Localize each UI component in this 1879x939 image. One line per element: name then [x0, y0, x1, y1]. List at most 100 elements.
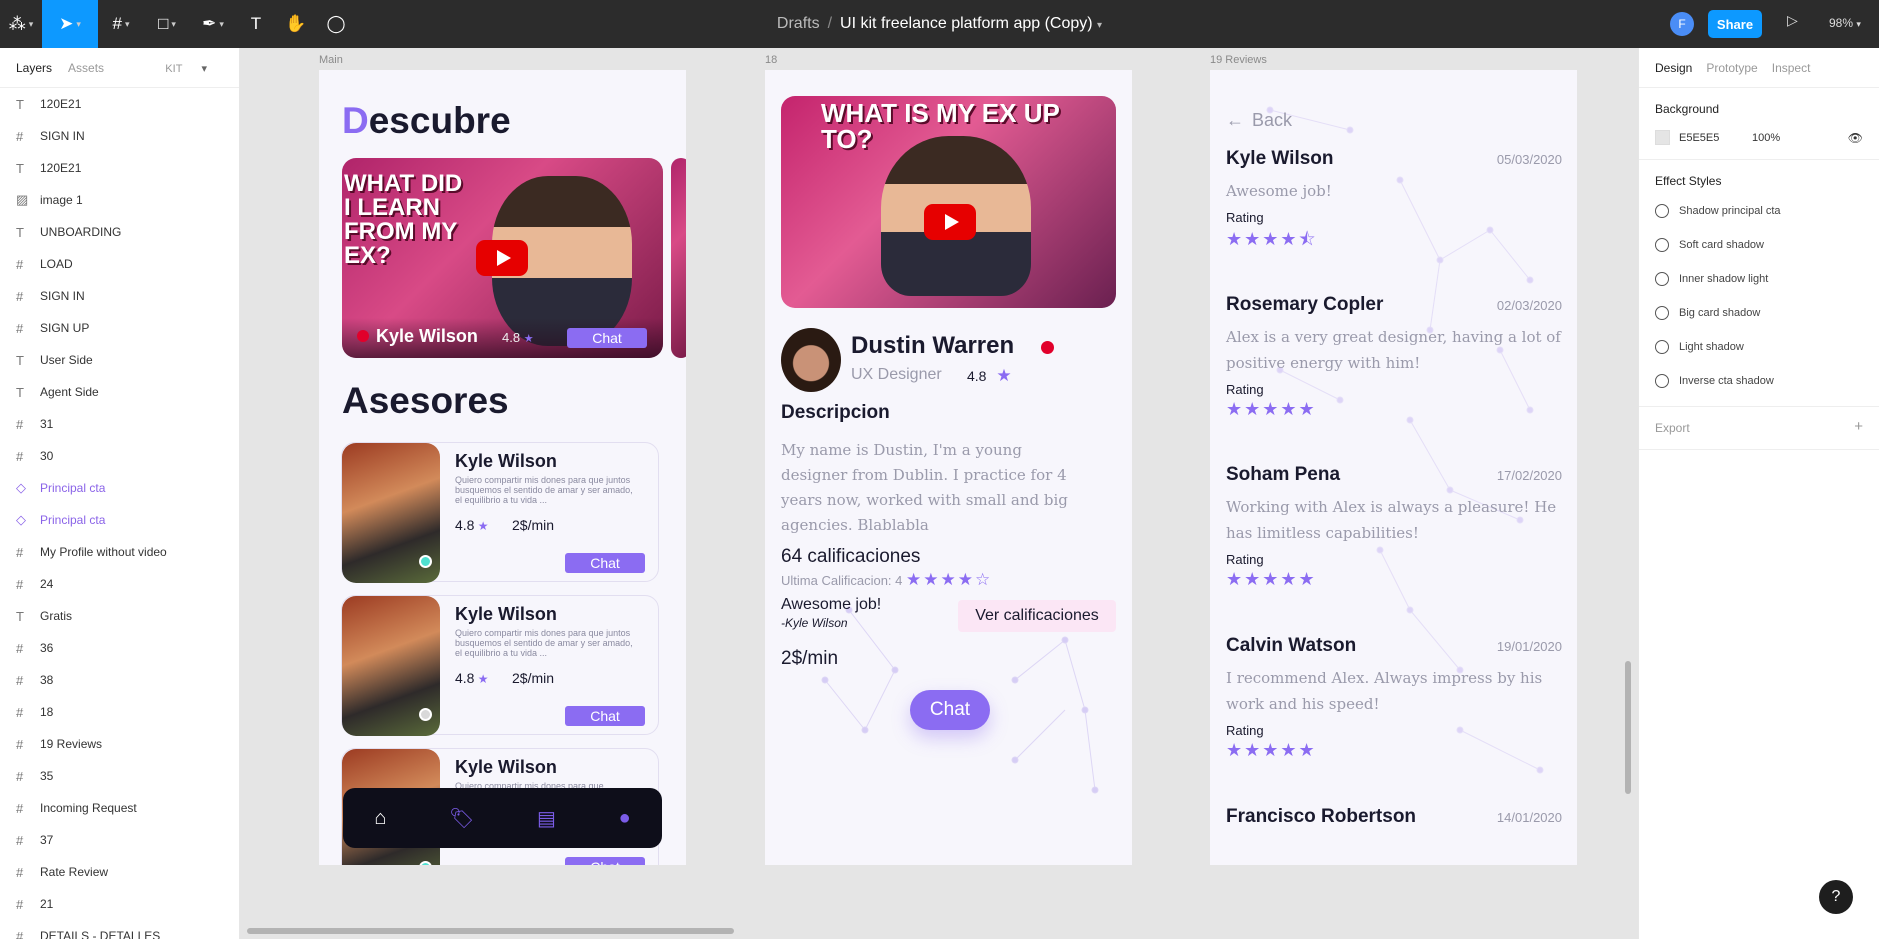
avatar[interactable]: F — [1670, 12, 1694, 36]
chat-button[interactable]: Chat — [910, 690, 990, 730]
vertical-scrollbar[interactable] — [1625, 661, 1631, 794]
breadcrumb-drafts[interactable]: Drafts — [777, 15, 820, 32]
layer-item[interactable]: ◇ Principal cta — [0, 472, 239, 504]
help-button[interactable]: ? — [1819, 880, 1853, 914]
advisor-card[interactable]: Kyle Wilson Quiero compartir mis dones pa… — [341, 595, 659, 736]
layer-item[interactable]: #31 — [0, 408, 239, 440]
present-play-icon[interactable]: ▷ — [1787, 12, 1798, 29]
share-button[interactable]: Share — [1708, 10, 1762, 38]
background-swatch[interactable] — [1655, 130, 1670, 145]
profile-icon[interactable]: ● — [619, 807, 631, 830]
zoom-value: 98% — [1829, 16, 1854, 30]
advisor-chat-button[interactable]: Chat — [565, 553, 645, 573]
layer-item[interactable]: #38 — [0, 664, 239, 696]
frame-icon: # — [16, 544, 24, 560]
file-name[interactable]: UI kit freelance platform app (Copy) — [840, 15, 1093, 32]
see-ratings-button[interactable]: Ver calificaciones — [958, 600, 1116, 632]
layer-item[interactable]: #18 — [0, 696, 239, 728]
frame-profile[interactable]: WHAT IS MY EX UP TO? Dustin Warren UX De… — [765, 70, 1132, 865]
tab-layers[interactable]: Layers — [16, 61, 52, 75]
main-menu-button[interactable]: ⁂ ▾ — [0, 0, 42, 48]
video-advisor-name: Kyle Wilson — [376, 326, 478, 346]
play-video-icon[interactable] — [924, 204, 976, 240]
hand-tool-button[interactable]: ✋ — [276, 0, 316, 48]
next-video-card[interactable] — [671, 158, 686, 358]
layer-item[interactable]: # SIGN UP — [0, 312, 239, 344]
layer-item[interactable]: #30 — [0, 440, 239, 472]
effect-style-item[interactable]: Inner shadow light — [1655, 262, 1863, 296]
layer-label: My Profile without video — [40, 545, 167, 559]
layer-item[interactable]: T UNBOARDING — [0, 216, 239, 248]
review-item: Francisco Robertson 14/01/2020 — [1226, 806, 1562, 828]
frame-tool-button[interactable]: # ▾ — [98, 0, 144, 48]
tab-assets[interactable]: Assets — [68, 61, 104, 75]
advisor-card[interactable]: Kyle Wilson Quiero compartir mis dones pa… — [341, 442, 659, 583]
layer-item[interactable]: # Rate Review — [0, 856, 239, 888]
layer-item[interactable]: T Agent Side — [0, 376, 239, 408]
zoom-level[interactable]: 98% ▾ — [1829, 16, 1861, 30]
eye-icon[interactable]: 👁 — [1848, 131, 1863, 145]
move-tool-button[interactable]: ➤ ▾ — [42, 0, 98, 48]
layer-item[interactable]: # SIGN IN — [0, 120, 239, 152]
layer-item[interactable]: # Incoming Request — [0, 792, 239, 824]
add-export-icon[interactable]: + — [1854, 419, 1863, 435]
layer-item[interactable]: T Gratis — [0, 600, 239, 632]
layer-item[interactable]: #37 — [0, 824, 239, 856]
advisor-chat-button[interactable]: Chat — [565, 706, 645, 726]
layer-item[interactable]: # SIGN IN — [0, 280, 239, 312]
video-card[interactable]: WHAT DID I LEARN FROM MY EX? Kyle Wilson… — [342, 158, 663, 358]
shape-tool-button[interactable]: □ ▾ — [144, 0, 190, 48]
star-icon: ★ — [474, 672, 489, 686]
layer-item[interactable]: #19 Reviews — [0, 728, 239, 760]
layer-item[interactable]: # LOAD — [0, 248, 239, 280]
background-hex[interactable]: E5E5E5 — [1679, 132, 1752, 144]
layer-item[interactable]: T 120E21 — [0, 152, 239, 184]
frame-icon: # — [16, 896, 24, 912]
layer-item[interactable]: #24 — [0, 568, 239, 600]
comment-tool-button[interactable]: ◯ — [316, 0, 356, 48]
tab-design[interactable]: Design — [1655, 61, 1692, 75]
rating-stars-icon: ★★★★⯪ — [1226, 229, 1318, 249]
advisor-chat-button[interactable]: Chat — [565, 857, 645, 865]
text-tool-button[interactable]: T — [236, 0, 276, 48]
layer-item[interactable]: ▨ image 1 — [0, 184, 239, 216]
effect-style-item[interactable]: Light shadow — [1655, 330, 1863, 364]
home-icon[interactable]: ⌂ — [374, 807, 386, 830]
background-opacity[interactable]: 100% — [1752, 132, 1780, 144]
frame-icon: # — [16, 288, 24, 304]
frame-main[interactable]: Descubre WHAT DID I LEARN FROM MY EX? Ky… — [319, 70, 686, 865]
effect-style-item[interactable]: Inverse cta shadow — [1655, 364, 1863, 398]
effect-style-item[interactable]: Big card shadow — [1655, 296, 1863, 330]
chevron-down-icon[interactable]: ▾ — [1097, 20, 1102, 31]
profile-video-card[interactable]: WHAT IS MY EX UP TO? — [781, 96, 1116, 308]
status-dot — [419, 555, 432, 568]
pen-tool-button[interactable]: ✒ ▾ — [190, 0, 236, 48]
tag-icon[interactable]: 🏷 — [449, 806, 474, 831]
layer-item[interactable]: T User Side — [0, 344, 239, 376]
background-row: E5E5E5 100% 👁 — [1655, 130, 1863, 145]
layer-item[interactable]: #21 — [0, 888, 239, 920]
description-text: My name is Dustin, I'm a young designer … — [781, 441, 1068, 534]
frame-label-18[interactable]: 18 — [765, 54, 777, 66]
layer-item[interactable]: T 120E21 — [0, 88, 239, 120]
play-video-icon[interactable] — [476, 240, 528, 276]
effect-style-item[interactable]: Soft card shadow — [1655, 228, 1863, 262]
frame-label-main[interactable]: Main — [319, 54, 343, 66]
tab-prototype[interactable]: Prototype — [1706, 61, 1757, 75]
layer-item[interactable]: #35 — [0, 760, 239, 792]
canvas[interactable]: Main 18 19 Reviews Descubre WHAT DID I L… — [241, 48, 1638, 939]
effect-style-item[interactable]: Shadow principal cta — [1655, 194, 1863, 228]
layer-item[interactable]: # My Profile without video — [0, 536, 239, 568]
chat-icon[interactable]: ▤ — [537, 806, 556, 831]
back-button[interactable]: ← Back — [1226, 110, 1292, 131]
frame-icon: # — [16, 416, 24, 432]
layer-item[interactable]: # DETAILS - DETALLES — [0, 920, 239, 939]
frame-reviews[interactable]: ← Back Kyle Wilson 05/03/2020 Awesome job! R… — [1210, 70, 1577, 865]
horizontal-scrollbar[interactable] — [247, 928, 734, 934]
video-chat-button[interactable]: Chat — [567, 328, 647, 348]
page-selector[interactable]: KIT ▾ — [165, 62, 207, 75]
layer-item[interactable]: ◇ Principal cta — [0, 504, 239, 536]
frame-label-reviews[interactable]: 19 Reviews — [1210, 54, 1267, 66]
tab-inspect[interactable]: Inspect — [1772, 61, 1811, 75]
layer-item[interactable]: #36 — [0, 632, 239, 664]
